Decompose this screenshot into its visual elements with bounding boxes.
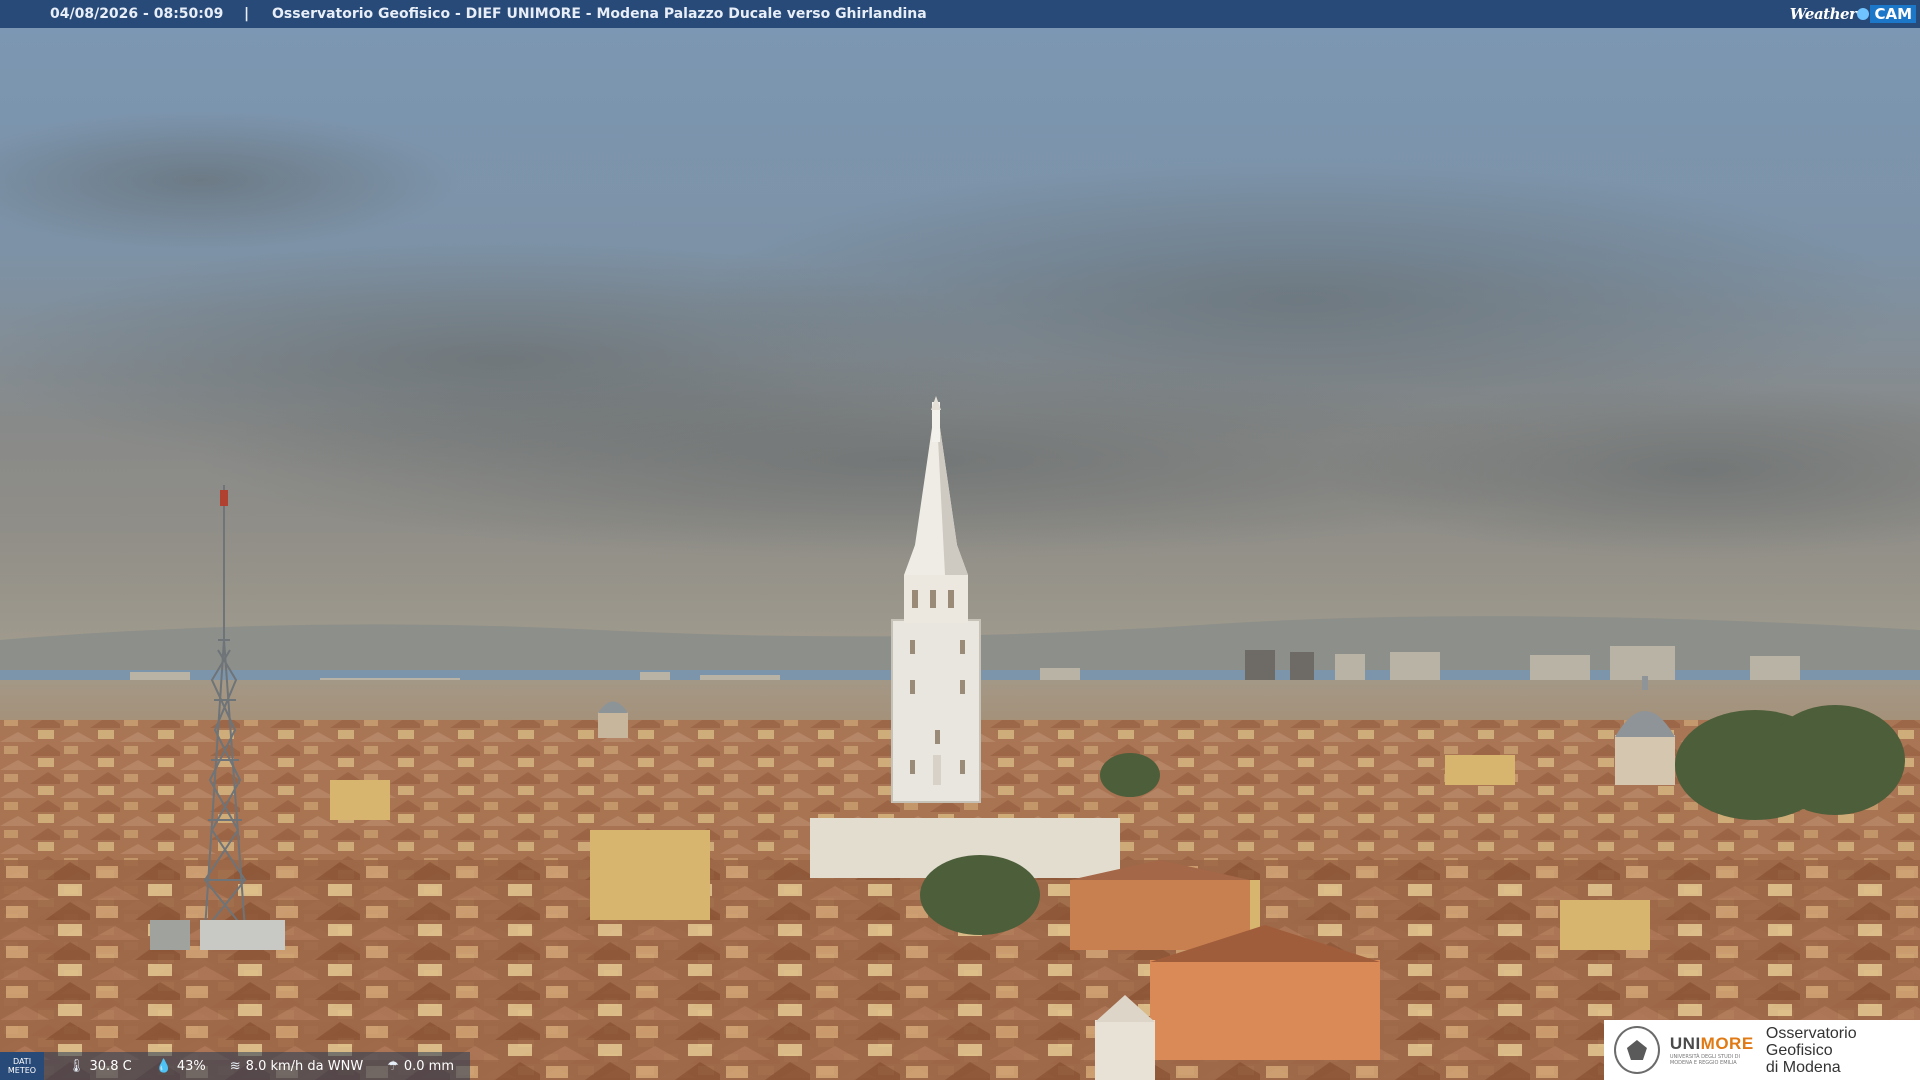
- webcam-scene: [0, 28, 1920, 1080]
- observatory-name: Osservatorio Geofisico di Modena: [1766, 1025, 1920, 1076]
- rain-value: 0.0 mm: [403, 1058, 455, 1074]
- humidity-value: 43%: [176, 1058, 206, 1074]
- meteo-label-line1: DATI: [12, 1057, 32, 1066]
- humidity-item: 💧 43%: [156, 1059, 206, 1074]
- unimore-logo-panel: UNIMORE UNIVERSITÀ DEGLI STUDI DI MODENA…: [1604, 1020, 1920, 1080]
- temperature-value: 30.8 C: [89, 1058, 132, 1074]
- rain-item: ☂ 0.0 mm: [387, 1059, 454, 1074]
- weathercam-logo-word1: Weather: [1789, 5, 1857, 23]
- camera-title: Osservatorio Geofisico - DIEF UNIMORE - …: [272, 6, 927, 22]
- brand-more: MORE: [1700, 1034, 1754, 1053]
- wind-item: ≋ 8.0 km/h da WNW: [230, 1059, 363, 1074]
- timestamp: 04/08/2026 - 08:50:09: [50, 6, 224, 22]
- weathercam-logo: Weather CAM: [1790, 3, 1916, 25]
- weathercam-logo-dot: [1857, 8, 1870, 20]
- brand-uni: UNI: [1669, 1034, 1701, 1053]
- temperature-item: 🌡 30.8 C: [68, 1059, 132, 1074]
- thermometer-icon: 🌡: [68, 1058, 85, 1074]
- observatory-line1: Osservatorio Geofisico: [1765, 1024, 1857, 1059]
- meteo-label-line2: METEO: [7, 1066, 37, 1075]
- meteo-label: DATI METEO: [0, 1052, 44, 1080]
- weathercam-logo-word2: CAM: [1870, 5, 1916, 23]
- header-bar: 04/08/2026 - 08:50:09 | Osservatorio Geo…: [0, 0, 1920, 28]
- wind-icon: ≋: [229, 1058, 241, 1074]
- brand-subtitle: UNIVERSITÀ DEGLI STUDI DI MODENA E REGGI…: [1669, 1054, 1741, 1066]
- observatory-line2: di Modena: [1765, 1058, 1841, 1076]
- unimore-brand: UNIMORE UNIVERSITÀ DEGLI STUDI DI MODENA…: [1670, 1034, 1756, 1066]
- rain-icon: ☂: [387, 1058, 399, 1074]
- university-seal-icon: [1614, 1026, 1660, 1074]
- meteo-bar: DATI METEO 🌡 30.8 C 💧 43% ≋ 8.0 km/h da …: [0, 1052, 470, 1080]
- header-separator: |: [244, 6, 250, 22]
- wind-value: 8.0 km/h da WNW: [245, 1058, 364, 1074]
- droplet-icon: 💧: [155, 1058, 172, 1074]
